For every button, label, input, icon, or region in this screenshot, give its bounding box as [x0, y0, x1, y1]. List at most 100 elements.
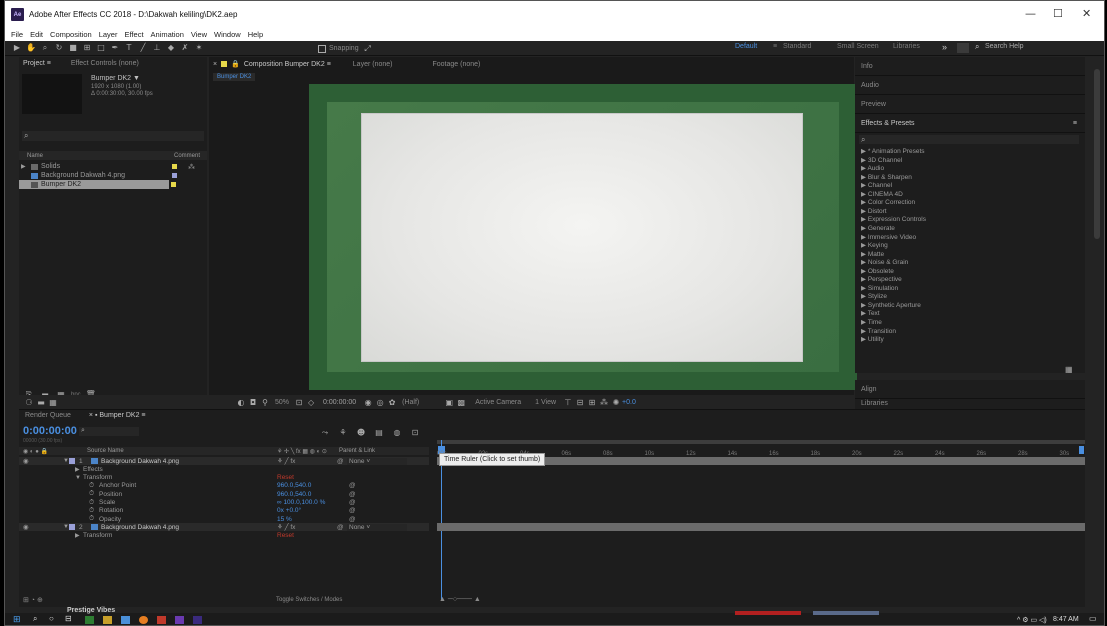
type-tool-icon[interactable]: T — [123, 42, 135, 53]
folder-icon[interactable]: ▬ — [35, 397, 47, 408]
zoom-slider[interactable]: ▲ ─○─── ▲ — [439, 596, 481, 603]
layer-row[interactable]: ◉ ▼ 2 Background Dakwah 4.png ⚘ ╱ fx @ None ˅ — [19, 523, 429, 532]
menu-view[interactable]: View — [191, 30, 207, 39]
property-row[interactable]: ⏱ Anchor Point 960.0,540.0 @ — [19, 482, 429, 490]
parent-pickwhip-icon[interactable]: @ — [337, 458, 344, 465]
expression-pickwhip-icon[interactable]: @ — [349, 516, 356, 523]
effect-category-item[interactable]: ▶ Channel — [861, 181, 892, 189]
time-ruler-tick[interactable]: 16s — [769, 451, 779, 457]
expression-pickwhip-icon[interactable]: @ — [349, 499, 356, 506]
camera-tool-icon[interactable]: ■ — [67, 42, 79, 53]
expand-arrow-icon[interactable]: ▶ — [861, 182, 868, 189]
timeline-search-input[interactable]: ⌕ — [79, 427, 139, 436]
after-effects-taskbar-icon[interactable] — [193, 616, 202, 624]
pan-behind-tool-icon[interactable]: ⊞ — [81, 42, 93, 53]
toggle-transparency-icon[interactable]: ▩ — [455, 397, 467, 408]
property-row[interactable]: ⏱ Position 960.0,540.0 @ — [19, 490, 429, 498]
view-layout-dropdown[interactable]: 1 View — [535, 399, 556, 406]
expand-arrow-icon[interactable]: ▶ — [861, 148, 868, 155]
column-comment[interactable]: Comment — [174, 153, 200, 159]
fast-previews-icon[interactable]: ⊟ — [574, 397, 586, 408]
frame-blending-icon[interactable]: ▤ — [373, 427, 385, 438]
column-source-name[interactable]: Source Name — [87, 448, 124, 454]
layer-name[interactable]: Background Dakwah 4.png — [101, 458, 179, 465]
comp-icon[interactable]: ▦ — [47, 397, 59, 408]
property-track[interactable] — [437, 482, 1085, 490]
workspace-default[interactable]: Default — [735, 43, 757, 50]
expand-arrow-icon[interactable]: ▶ — [861, 285, 868, 292]
stopwatch-icon[interactable]: ⏱ — [89, 507, 94, 515]
flowchart-icon[interactable]: ⁂ — [598, 397, 610, 408]
effect-category-item[interactable]: ▶ Distort — [861, 207, 887, 215]
tab-footage[interactable]: Footage (none) — [432, 61, 480, 68]
composition-viewer[interactable] — [309, 84, 857, 390]
effects-search-input[interactable]: ⌕ — [859, 135, 1079, 144]
panel-audio[interactable]: Audio — [855, 76, 1085, 95]
expand-arrow-icon[interactable]: ▶ — [861, 191, 868, 198]
stamp-tool-icon[interactable]: ⊥ — [151, 42, 163, 53]
current-time-display[interactable]: 0:00:00:00 — [323, 399, 356, 406]
label-color-swatch[interactable] — [171, 182, 176, 187]
expression-pickwhip-icon[interactable]: @ — [349, 491, 356, 498]
property-track[interactable] — [437, 507, 1085, 515]
time-ruler-tick[interactable]: 24s — [935, 451, 945, 457]
effect-category-item[interactable]: ▶ Keying — [861, 241, 888, 249]
exposure-icon[interactable]: ✺ — [610, 397, 622, 408]
project-item-bumper[interactable]: Bumper DK2 — [19, 180, 169, 189]
shy-icon[interactable]: ☻ — [355, 427, 367, 438]
expand-arrow-icon[interactable]: ▶ — [861, 319, 868, 326]
more-workspaces-button[interactable]: » — [942, 42, 947, 52]
property-value[interactable]: Reset — [277, 474, 294, 481]
camera-dropdown[interactable]: Active Camera — [475, 399, 521, 406]
layer-row[interactable]: ◉ ▼ 1 Background Dakwah 4.png ⚘ ╱ fx @ None ˅ — [19, 457, 429, 465]
store-icon[interactable] — [121, 616, 130, 624]
effect-category-item[interactable]: ▶ Generate — [861, 224, 895, 232]
expand-arrow-icon[interactable]: ▶ — [861, 268, 868, 275]
effect-category-item[interactable]: ▶ Audio — [861, 164, 884, 172]
label-color-swatch[interactable] — [69, 458, 75, 464]
windows-start-icon[interactable]: ⊞ — [13, 614, 22, 624]
search-help-input[interactable]: Search Help — [985, 43, 1075, 50]
menu-edit[interactable]: Edit — [30, 30, 43, 39]
effect-category-item[interactable]: ▶ Color Correction — [861, 198, 915, 206]
timeline-toggles-icons[interactable]: ⊞ ◔ ⊕ — [23, 596, 43, 604]
project-item-background[interactable]: Background Dakwah 4.png — [19, 171, 207, 180]
property-value[interactable]: 15 % — [277, 516, 292, 523]
expand-arrow-icon[interactable]: ▼ — [75, 475, 81, 481]
effect-category-item[interactable]: ▶ Utility — [861, 335, 884, 343]
premiere-icon[interactable] — [175, 616, 184, 624]
property-row[interactable]: ⏱ Opacity 15 % @ — [19, 515, 429, 523]
tab-composition[interactable]: Composition Bumper DK2 ≡ — [244, 61, 331, 68]
expand-arrow-icon[interactable]: ▶ — [75, 532, 80, 539]
visibility-eye-icon[interactable]: ◉ — [19, 457, 29, 465]
expand-arrow-icon[interactable]: ▶ — [861, 251, 868, 258]
time-ruler-tick[interactable]: 08s — [603, 451, 613, 457]
tab-bumper-dk2[interactable]: × ▪ Bumper DK2 ≡ — [89, 412, 146, 419]
stopwatch-icon[interactable]: ⏱ — [89, 515, 94, 523]
expand-arrow-icon[interactable]: ▶ — [861, 157, 868, 164]
expression-pickwhip-icon[interactable]: @ — [349, 482, 356, 489]
layer-switches-icons[interactable]: ⚘ ╱ fx — [277, 457, 295, 465]
label-color-swatch[interactable] — [69, 524, 75, 531]
menu-window[interactable]: Window — [214, 30, 241, 39]
brush-tool-icon[interactable]: ╱ — [137, 42, 149, 53]
pixel-aspect-icon[interactable]: ⊤ — [562, 397, 574, 408]
property-track[interactable] — [437, 499, 1085, 507]
panel-info[interactable]: Info — [855, 57, 1085, 76]
zoom-dropdown[interactable]: 50% — [275, 399, 289, 406]
visibility-eye-icon[interactable]: ◉ — [19, 523, 29, 531]
expand-arrow-icon[interactable]: ▶ — [861, 310, 868, 317]
time-ruler-tick[interactable]: 06s — [562, 451, 572, 457]
property-row[interactable]: ⏱ Scale ∞ 100.0,100.0 % @ — [19, 499, 429, 507]
lock-icon[interactable]: 🔒 — [231, 60, 240, 68]
effect-category-item[interactable]: ▶ Noise & Grain — [861, 258, 908, 266]
work-area-end-handle[interactable] — [1079, 446, 1084, 454]
search-icon[interactable]: ⌕ — [33, 614, 42, 623]
stopwatch-icon[interactable]: ⏱ — [89, 499, 94, 507]
property-value[interactable]: 0x +0.0° — [277, 507, 301, 514]
expand-arrow-icon[interactable]: ▶ — [861, 302, 868, 309]
pen-tool-icon[interactable]: ✒ — [109, 42, 121, 53]
effect-category-item[interactable]: ▶ Obsolete — [861, 267, 894, 275]
time-ruler-tick[interactable]: 20s — [852, 451, 862, 457]
expand-arrow-icon[interactable]: ▶ — [861, 234, 868, 241]
